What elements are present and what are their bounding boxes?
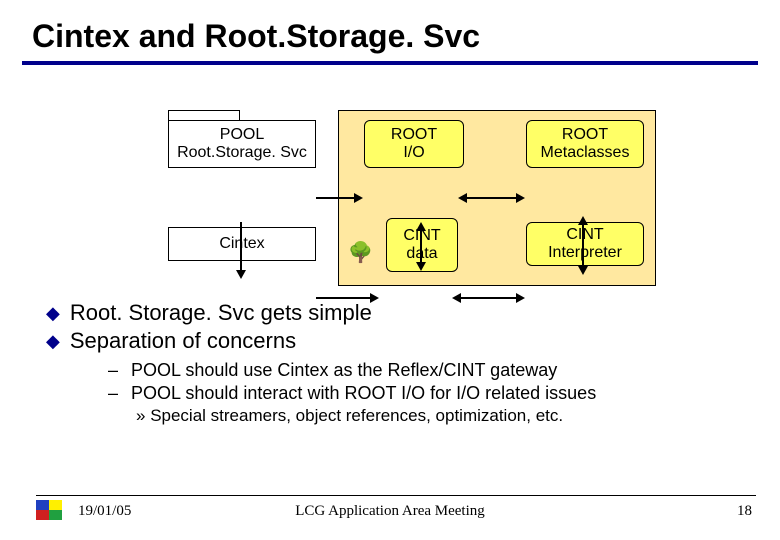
content-body: ◆ Root. Storage. Svc gets simple ◆ Separ… [46, 300, 746, 426]
sub-bullet-text: POOL should use Cintex as the Reflex/CIN… [131, 360, 557, 380]
bullet-text: Separation of concerns [70, 328, 296, 354]
footer-page-number: 18 [737, 503, 752, 520]
dash-bullet-icon: – [108, 360, 126, 381]
box-cintex: Cintex [168, 227, 316, 261]
bullet-text: Root. Storage. Svc gets simple [70, 300, 372, 326]
tree-icon: 🌳 [348, 240, 373, 265]
box-label: POOL [220, 126, 264, 144]
box-label: CINT [566, 226, 603, 244]
diamond-bullet-icon: ◆ [46, 300, 60, 326]
sub-bullet-item: – POOL should interact with ROOT I/O for… [108, 383, 746, 404]
box-cint-interpreter: CINT Interpreter [526, 222, 644, 266]
subsub-bullet-item: » Special streamers, object references, … [136, 406, 746, 426]
title-underline [22, 61, 758, 65]
box-label: Metaclasses [541, 144, 630, 162]
box-label: ROOT [391, 126, 437, 144]
page-title: Cintex and Root.Storage. Svc [0, 0, 780, 61]
box-label: I/O [403, 144, 424, 162]
bullet-item: ◆ Root. Storage. Svc gets simple [46, 300, 746, 326]
box-root-metaclasses: ROOT Metaclasses [526, 120, 644, 168]
sub-bullet-text: POOL should interact with ROOT I/O for I… [131, 383, 596, 403]
box-root-io: ROOT I/O [364, 120, 464, 168]
sub-bullet-item: – POOL should use Cintex as the Reflex/C… [108, 360, 746, 381]
box-label: ROOT [562, 126, 608, 144]
footer-center: LCG Application Area Meeting [0, 503, 780, 520]
dash-bullet-icon: – [108, 383, 126, 404]
box-label: Root.Storage. Svc [177, 144, 307, 162]
architecture-diagram: POOL Root.Storage. Svc Cintex ROOT I/O R… [168, 110, 658, 286]
raquo-bullet-icon: » [136, 406, 150, 425]
diamond-bullet-icon: ◆ [46, 328, 60, 354]
box-label: Interpreter [548, 244, 622, 262]
box-pool-rootstoragesvc: POOL Root.Storage. Svc [168, 120, 316, 168]
sub-bullet-list: – POOL should use Cintex as the Reflex/C… [108, 360, 746, 426]
footer-rule [36, 495, 756, 496]
footer: 19/01/05 LCG Application Area Meeting 18 [0, 500, 780, 522]
subsub-bullet-text: Special streamers, object references, op… [150, 406, 563, 425]
bullet-item: ◆ Separation of concerns [46, 328, 746, 354]
